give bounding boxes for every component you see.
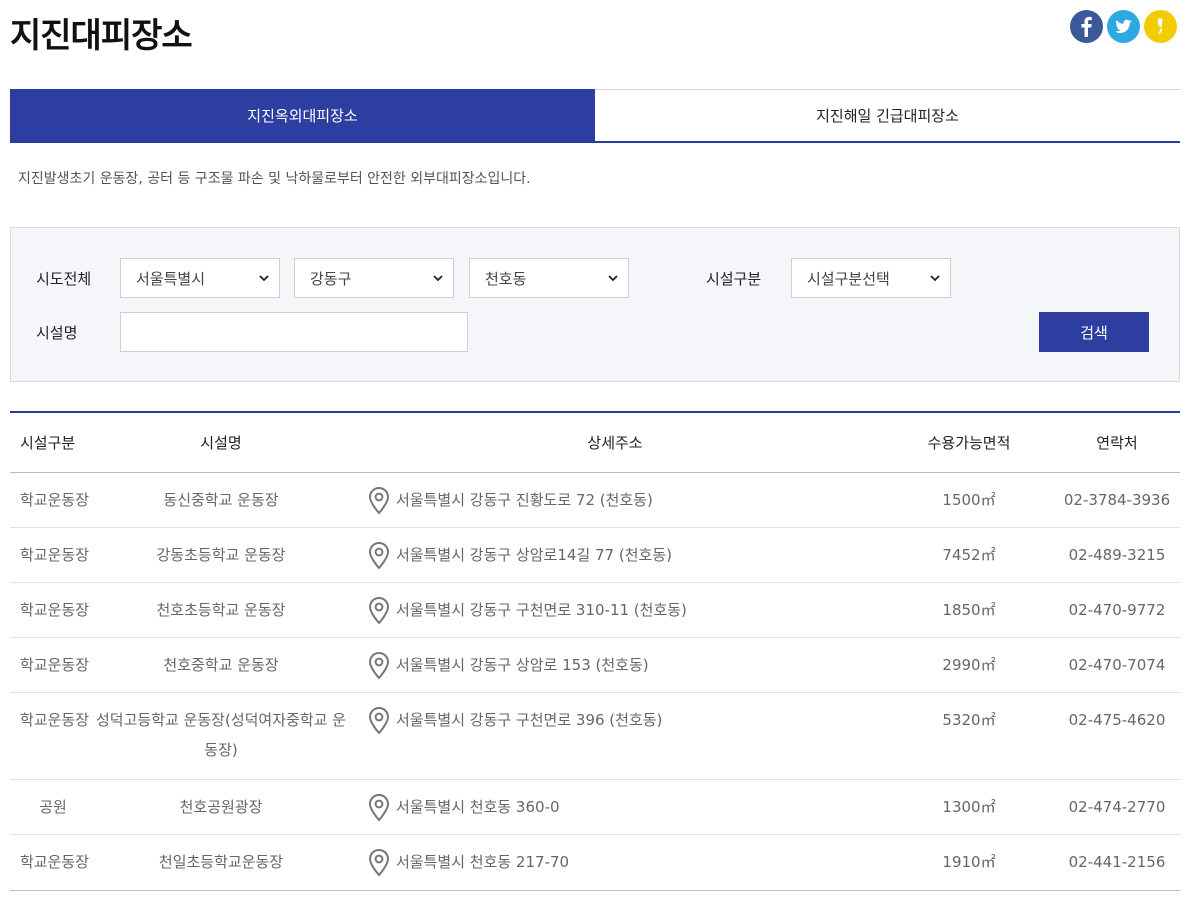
region-label: 시도전체 — [36, 270, 92, 288]
table-row: 학교운동장 동신중학교 운동장 서울특별시 강동구 진황도로 72 (천호동) … — [10, 473, 1180, 528]
cell-type: 학교운동장 — [20, 711, 90, 729]
tab-tsunami-shelter[interactable]: 지진해일 긴급대피장소 — [595, 90, 1180, 141]
cell-phone: 02-470-7074 — [1068, 656, 1166, 674]
cell-area: 5320㎡ — [942, 711, 996, 729]
cell-address: 서울특별시 강동구 상암로14길 77 (천호동) — [346, 528, 884, 582]
cell-name: 천호공원광장 — [179, 798, 263, 816]
cell-phone: 02-489-3215 — [1068, 546, 1166, 564]
shelter-table: 시설구분 시설명 상세주소 수용가능면적 연락처 학교운동장 동신중학교 운동장… — [10, 411, 1180, 891]
header-area: 수용가능면적 — [927, 433, 1011, 452]
cell-type: 학교운동장 — [20, 656, 90, 674]
social-share-bar — [1070, 10, 1177, 43]
chevron-down-icon — [433, 275, 443, 282]
address-text: 서울특별시 강동구 구천면로 310-11 (천호동) — [396, 601, 687, 619]
cell-name: 성덕고등학교 운동장(성덕여자중학교 운동장) — [96, 711, 346, 759]
cell-area: 1910㎡ — [942, 853, 996, 871]
map-pin-icon[interactable] — [368, 705, 396, 767]
cell-area: 7452㎡ — [942, 546, 996, 564]
facility-type-select-value: 시설구분선택 — [807, 269, 890, 288]
cell-type: 학교운동장 — [20, 853, 90, 871]
table-row: 학교운동장 성덕고등학교 운동장(성덕여자중학교 운동장) 서울특별시 강동구 … — [10, 693, 1180, 780]
cell-type: 학교운동장 — [20, 546, 90, 564]
cell-area: 1500㎡ — [942, 491, 996, 509]
cell-address: 서울특별시 강동구 진황도로 72 (천호동) — [346, 473, 884, 527]
cell-phone: 02-474-2770 — [1068, 798, 1166, 816]
cell-type: 학교운동장 — [20, 601, 90, 619]
tab-bar: 지진옥외대피장소 지진해일 긴급대피장소 — [10, 89, 1180, 143]
page-description: 지진발생초기 운동장, 공터 등 구조물 파손 및 낙하물로부터 안전한 외부대… — [18, 171, 531, 187]
cell-address: 서울특별시 천호동 360-0 — [346, 780, 884, 834]
search-panel: 시도전체 서울특별시 강동구 천호동 시설구분 시설구분선택 시설명 검색 — [10, 227, 1180, 382]
cell-name: 강동초등학교 운동장 — [156, 546, 286, 564]
cell-address: 서울특별시 강동구 상암로 153 (천호동) — [346, 638, 884, 692]
map-pin-icon[interactable] — [368, 650, 396, 680]
cell-address: 서울특별시 강동구 구천면로 396 (천호동) — [346, 693, 884, 779]
district-select[interactable]: 강동구 — [294, 258, 454, 298]
cell-area: 2990㎡ — [942, 656, 996, 674]
address-text: 서울특별시 강동구 진황도로 72 (천호동) — [396, 491, 653, 509]
cell-phone: 02-475-4620 — [1068, 711, 1166, 729]
tab-outdoor-shelter[interactable]: 지진옥외대피장소 — [10, 89, 595, 141]
address-text: 서울특별시 강동구 구천면로 396 (천호동) — [396, 711, 663, 729]
facility-type-select[interactable]: 시설구분선택 — [791, 258, 951, 298]
cell-name: 천일초등학교운동장 — [158, 853, 284, 871]
address-text: 서울특별시 강동구 상암로14길 77 (천호동) — [396, 546, 672, 564]
cell-phone: 02-470-9772 — [1068, 601, 1166, 619]
facility-name-input[interactable] — [120, 312, 468, 352]
map-pin-icon[interactable] — [368, 540, 396, 570]
city-select[interactable]: 서울특별시 — [120, 258, 280, 298]
cell-name: 천호중학교 운동장 — [163, 656, 279, 674]
chevron-down-icon — [608, 275, 618, 282]
cell-name: 천호초등학교 운동장 — [156, 601, 286, 619]
cell-address: 서울특별시 강동구 구천면로 310-11 (천호동) — [346, 583, 884, 637]
cell-area: 1300㎡ — [942, 798, 996, 816]
twitter-icon[interactable] — [1107, 10, 1140, 43]
table-row: 학교운동장 천호초등학교 운동장 서울특별시 강동구 구천면로 310-11 (… — [10, 583, 1180, 638]
dong-select-value: 천호동 — [485, 269, 527, 288]
facebook-icon[interactable] — [1070, 10, 1103, 43]
table-row: 학교운동장 천호중학교 운동장 서울특별시 강동구 상암로 153 (천호동) … — [10, 638, 1180, 693]
cell-name: 동신중학교 운동장 — [163, 491, 279, 509]
map-pin-icon[interactable] — [368, 847, 396, 878]
address-text: 서울특별시 천호동 217-70 — [396, 853, 570, 871]
chevron-down-icon — [930, 275, 940, 282]
cell-type: 공원 — [39, 798, 67, 816]
table-row: 학교운동장 강동초등학교 운동장 서울특별시 강동구 상암로14길 77 (천호… — [10, 528, 1180, 583]
cell-area: 1850㎡ — [942, 601, 996, 619]
cell-phone: 02-441-2156 — [1068, 853, 1166, 871]
cell-phone: 02-3784-3936 — [1063, 491, 1171, 509]
header-facility-name: 시설명 — [200, 433, 242, 452]
table-header: 시설구분 시설명 상세주소 수용가능면적 연락처 — [10, 413, 1180, 473]
district-select-value: 강동구 — [310, 269, 352, 288]
address-text: 서울특별시 천호동 360-0 — [396, 798, 560, 816]
kakaostory-icon[interactable] — [1144, 10, 1177, 43]
cell-address: 서울특별시 천호동 217-70 — [346, 835, 884, 890]
cell-type: 학교운동장 — [20, 491, 90, 509]
search-button[interactable]: 검색 — [1039, 312, 1149, 352]
facility-name-label: 시설명 — [36, 324, 78, 342]
table-row: 공원 천호공원광장 서울특별시 천호동 360-0 1300㎡ 02-474-2… — [10, 780, 1180, 835]
page-title: 지진대피장소 — [10, 16, 193, 56]
header-contact: 연락처 — [1096, 433, 1138, 452]
chevron-down-icon — [259, 275, 269, 282]
dong-select[interactable]: 천호동 — [469, 258, 629, 298]
facility-type-label: 시설구분 — [706, 270, 762, 288]
header-facility-type: 시설구분 — [20, 433, 76, 452]
map-pin-icon[interactable] — [368, 595, 396, 625]
map-pin-icon[interactable] — [368, 485, 396, 515]
table-row: 학교운동장 천일초등학교운동장 서울특별시 천호동 217-70 1910㎡ 0… — [10, 835, 1180, 890]
city-select-value: 서울특별시 — [136, 269, 206, 288]
map-pin-icon[interactable] — [368, 792, 396, 822]
address-text: 서울특별시 강동구 상암로 153 (천호동) — [396, 656, 649, 674]
header-address: 상세주소 — [587, 433, 643, 452]
